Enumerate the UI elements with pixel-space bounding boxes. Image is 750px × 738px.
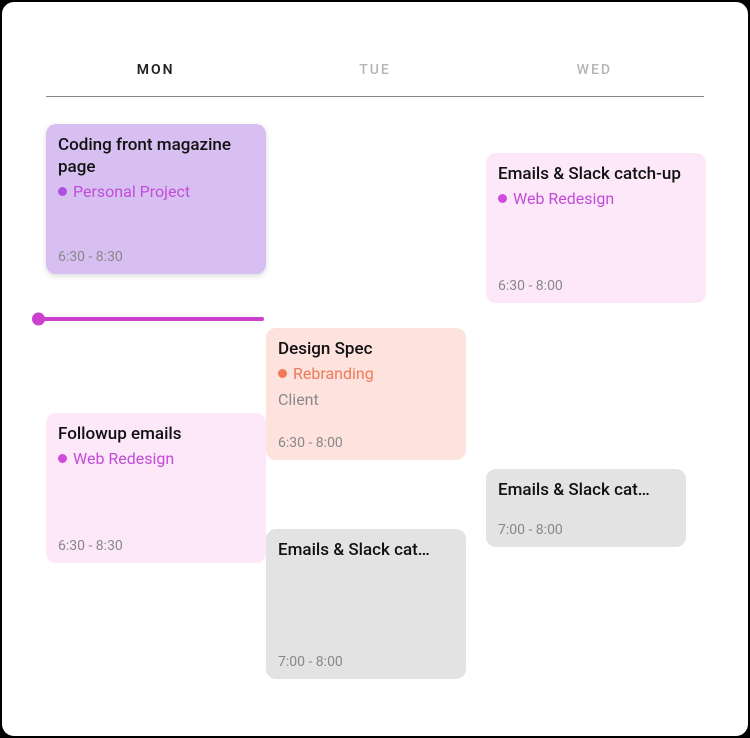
- tag-label: Web Redesign: [513, 189, 614, 209]
- event-title: Coding front magazine page: [58, 134, 254, 178]
- event-emails-slack-grey-wed[interactable]: Emails & Slack cat… 7:00 - 8:00: [486, 469, 686, 547]
- event-title: Emails & Slack cat…: [278, 539, 454, 561]
- event-time: 6:30 - 8:30: [58, 529, 254, 555]
- now-indicator: [38, 317, 264, 321]
- event-design-spec[interactable]: Design Spec Rebranding Client 6:30 - 8:0…: [266, 328, 466, 460]
- event-tag: Rebranding Client: [278, 364, 454, 410]
- tag-sub-label: Client: [278, 390, 454, 410]
- event-title: Design Spec: [278, 338, 454, 360]
- tag-label: Personal Project: [73, 182, 190, 202]
- tag-label: Web Redesign: [73, 449, 174, 469]
- tag-dot-icon: [498, 194, 507, 203]
- event-tag: Personal Project: [58, 182, 254, 202]
- event-time: 7:00 - 8:00: [498, 513, 674, 539]
- day-headers: MON TUE WED: [46, 62, 704, 97]
- day-header-mon[interactable]: MON: [46, 62, 265, 78]
- event-emails-slack-grey-tue[interactable]: Emails & Slack cat… 7:00 - 8:00: [266, 529, 466, 679]
- event-time: 6:30 - 8:30: [58, 240, 254, 266]
- event-title: Emails & Slack catch-up: [498, 163, 694, 185]
- tag-label: Rebranding: [293, 364, 374, 384]
- event-time: 7:00 - 8:00: [278, 645, 454, 671]
- tag-dot-icon: [278, 369, 287, 378]
- day-header-wed[interactable]: WED: [485, 62, 704, 78]
- tag-dot-icon: [58, 187, 67, 196]
- tag-dot-icon: [58, 454, 67, 463]
- event-tag: Web Redesign: [58, 449, 254, 469]
- event-time: 6:30 - 8:00: [498, 269, 694, 295]
- event-time: 6:30 - 8:00: [278, 426, 454, 452]
- event-title: Followup emails: [58, 423, 254, 445]
- event-followup-emails[interactable]: Followup emails Web Redesign 6:30 - 8:30: [46, 413, 266, 563]
- event-tag: Web Redesign: [498, 189, 694, 209]
- calendar-frame: MON TUE WED Coding front magazine page P…: [0, 0, 750, 738]
- calendar-grid: Coding front magazine page Personal Proj…: [46, 97, 704, 697]
- event-coding-front[interactable]: Coding front magazine page Personal Proj…: [46, 124, 266, 274]
- day-header-tue[interactable]: TUE: [265, 62, 484, 78]
- event-title: Emails & Slack cat…: [498, 479, 674, 501]
- event-emails-slack-wed[interactable]: Emails & Slack catch-up Web Redesign 6:3…: [486, 153, 706, 303]
